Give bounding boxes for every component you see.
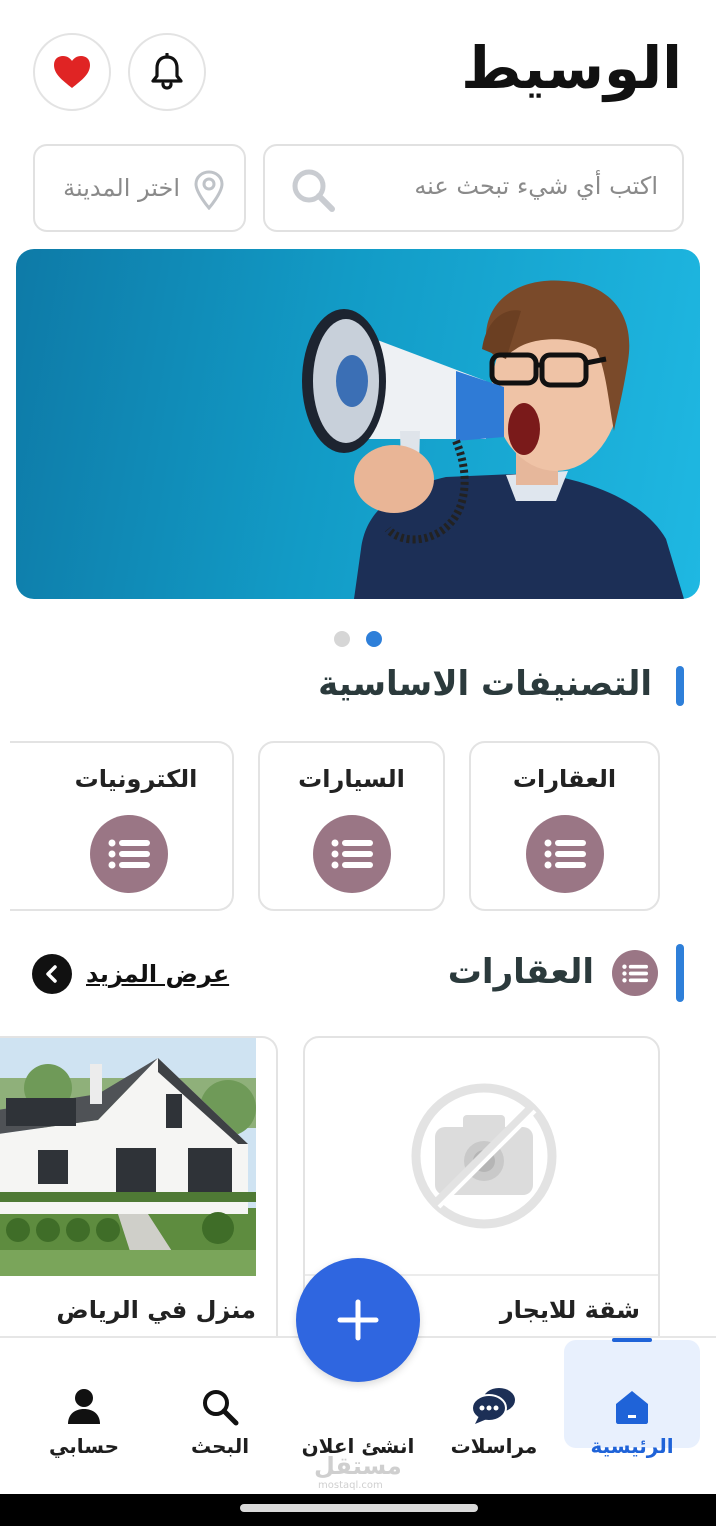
listing-card-house[interactable]: منزل في الرياض — [0, 1036, 278, 1356]
nav-account[interactable]: حسابي — [28, 1338, 140, 1458]
section-accent-bar — [676, 666, 684, 706]
city-selector[interactable]: اختر المدينة — [33, 144, 246, 232]
nav-label: مراسلات — [450, 1434, 538, 1458]
listing-title: شقة للايجار — [499, 1296, 640, 1324]
section-accent-bar — [676, 944, 684, 1002]
no-image-placeholder — [305, 1038, 658, 1276]
category-label: السيارات — [298, 765, 405, 793]
category-label: العقارات — [512, 765, 617, 793]
favorites-button[interactable] — [33, 33, 111, 111]
chat-icon — [471, 1388, 515, 1424]
promo-banner[interactable] — [16, 249, 700, 599]
category-card-real-estate[interactable]: العقارات — [469, 741, 660, 911]
categories-section-title: التصنيفات الاساسية — [318, 664, 652, 704]
search-placeholder: اكتب أي شيء تبحث عنه — [414, 172, 658, 200]
category-label: الكترونيات — [74, 765, 198, 793]
list-icon — [313, 815, 391, 893]
nav-label: حسابي — [48, 1434, 120, 1458]
home-gesture-handle[interactable] — [240, 1504, 478, 1512]
nav-search[interactable]: البحث — [162, 1338, 278, 1458]
notifications-button[interactable] — [128, 33, 206, 111]
carousel-dot-1[interactable] — [334, 631, 350, 647]
watermark-url: mostaql.com — [318, 1480, 383, 1491]
nav-home[interactable]: الرئيسية — [564, 1338, 700, 1458]
real-estate-section-title: العقارات — [447, 952, 594, 992]
city-placeholder: اختر المدينة — [63, 174, 180, 202]
home-icon — [616, 1391, 648, 1424]
heart-icon — [54, 56, 90, 88]
app-title: الوسيط — [461, 34, 683, 102]
create-ad-button[interactable] — [296, 1258, 420, 1382]
nav-label: الرئيسية — [590, 1434, 674, 1458]
search-icon — [203, 1390, 239, 1426]
search-input[interactable]: اكتب أي شيء تبحث عنه — [263, 144, 684, 232]
plus-icon — [337, 1299, 379, 1341]
category-card-electronics[interactable]: الكترونيات — [10, 741, 234, 911]
nav-label: البحث — [190, 1434, 250, 1458]
banner-illustration — [302, 280, 684, 599]
nav-messages[interactable]: مراسلات — [434, 1338, 554, 1458]
category-card-cars[interactable]: السيارات — [258, 741, 445, 911]
list-icon — [90, 815, 168, 893]
location-pin-icon — [194, 170, 224, 210]
show-more-link[interactable]: عرض المزيد — [86, 960, 229, 988]
watermark-logo: مستقل — [314, 1452, 402, 1480]
carousel-dot-2-active[interactable] — [366, 631, 382, 647]
user-icon — [68, 1389, 100, 1424]
listing-title: منزل في الرياض — [56, 1296, 256, 1324]
search-icon — [292, 169, 335, 212]
no-photo-icon — [411, 1083, 556, 1229]
chevron-left-icon[interactable] — [32, 954, 72, 994]
bell-icon — [151, 53, 183, 90]
list-icon — [526, 815, 604, 893]
house-photo — [0, 1038, 256, 1276]
list-icon — [612, 950, 658, 996]
